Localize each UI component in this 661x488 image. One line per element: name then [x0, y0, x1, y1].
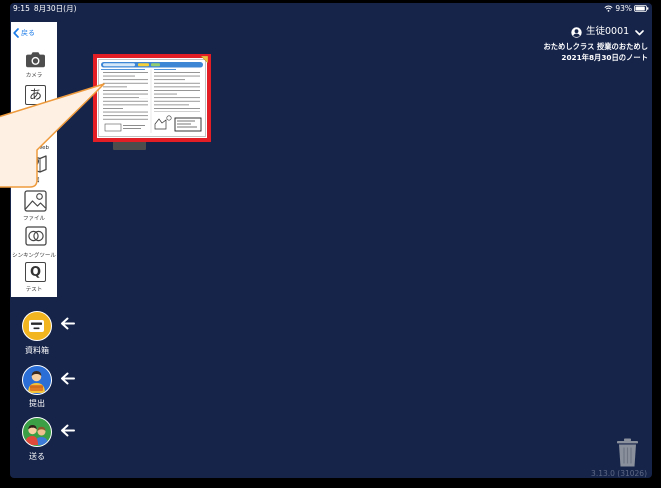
user-circle-icon [571, 27, 582, 38]
tutorial-callout [0, 83, 105, 188]
test-icon-glyph: Q [29, 264, 42, 280]
submit-person-icon [28, 371, 45, 393]
drawer-icon [29, 320, 44, 332]
tool-file-label: ファイル [22, 216, 45, 222]
status-bar-indicators: 93% [604, 4, 649, 13]
send-people-icon [25, 425, 48, 445]
arrow-left-icon [61, 317, 75, 330]
submit-label: 提出 [29, 399, 45, 408]
thinking-tool-icon [25, 226, 47, 246]
trash-icon[interactable] [617, 438, 638, 467]
pen-mark-icon [201, 56, 208, 63]
tool-test[interactable]: Q テスト [11, 261, 57, 294]
user-name: 生徒0001 [586, 26, 630, 37]
battery-percent: 93% [615, 4, 632, 13]
submit-button[interactable] [22, 365, 52, 395]
tool-test-label: テスト [25, 287, 43, 293]
note-title: 2021年8月30日のノート [561, 53, 648, 62]
material-box-label: 資料箱 [25, 346, 49, 355]
chevron-down-icon [635, 30, 644, 36]
material-box-button[interactable] [22, 311, 52, 341]
tool-thinking[interactable]: シンキングツール [11, 225, 57, 260]
battery-icon [634, 5, 649, 12]
send-label: 送る [29, 452, 45, 461]
send-button[interactable] [22, 417, 52, 447]
wifi-icon [604, 5, 613, 12]
user-menu[interactable]: 生徒0001 [571, 25, 644, 39]
arrow-left-icon [61, 424, 75, 437]
test-icon: Q [25, 262, 46, 282]
class-lesson-name: おためしクラス 授業のおためし [543, 42, 648, 51]
app-version: 3.13.0 (31026) [591, 469, 647, 478]
tool-thinking-label: シンキングツール [12, 253, 56, 259]
arrow-left-icon [61, 372, 75, 385]
